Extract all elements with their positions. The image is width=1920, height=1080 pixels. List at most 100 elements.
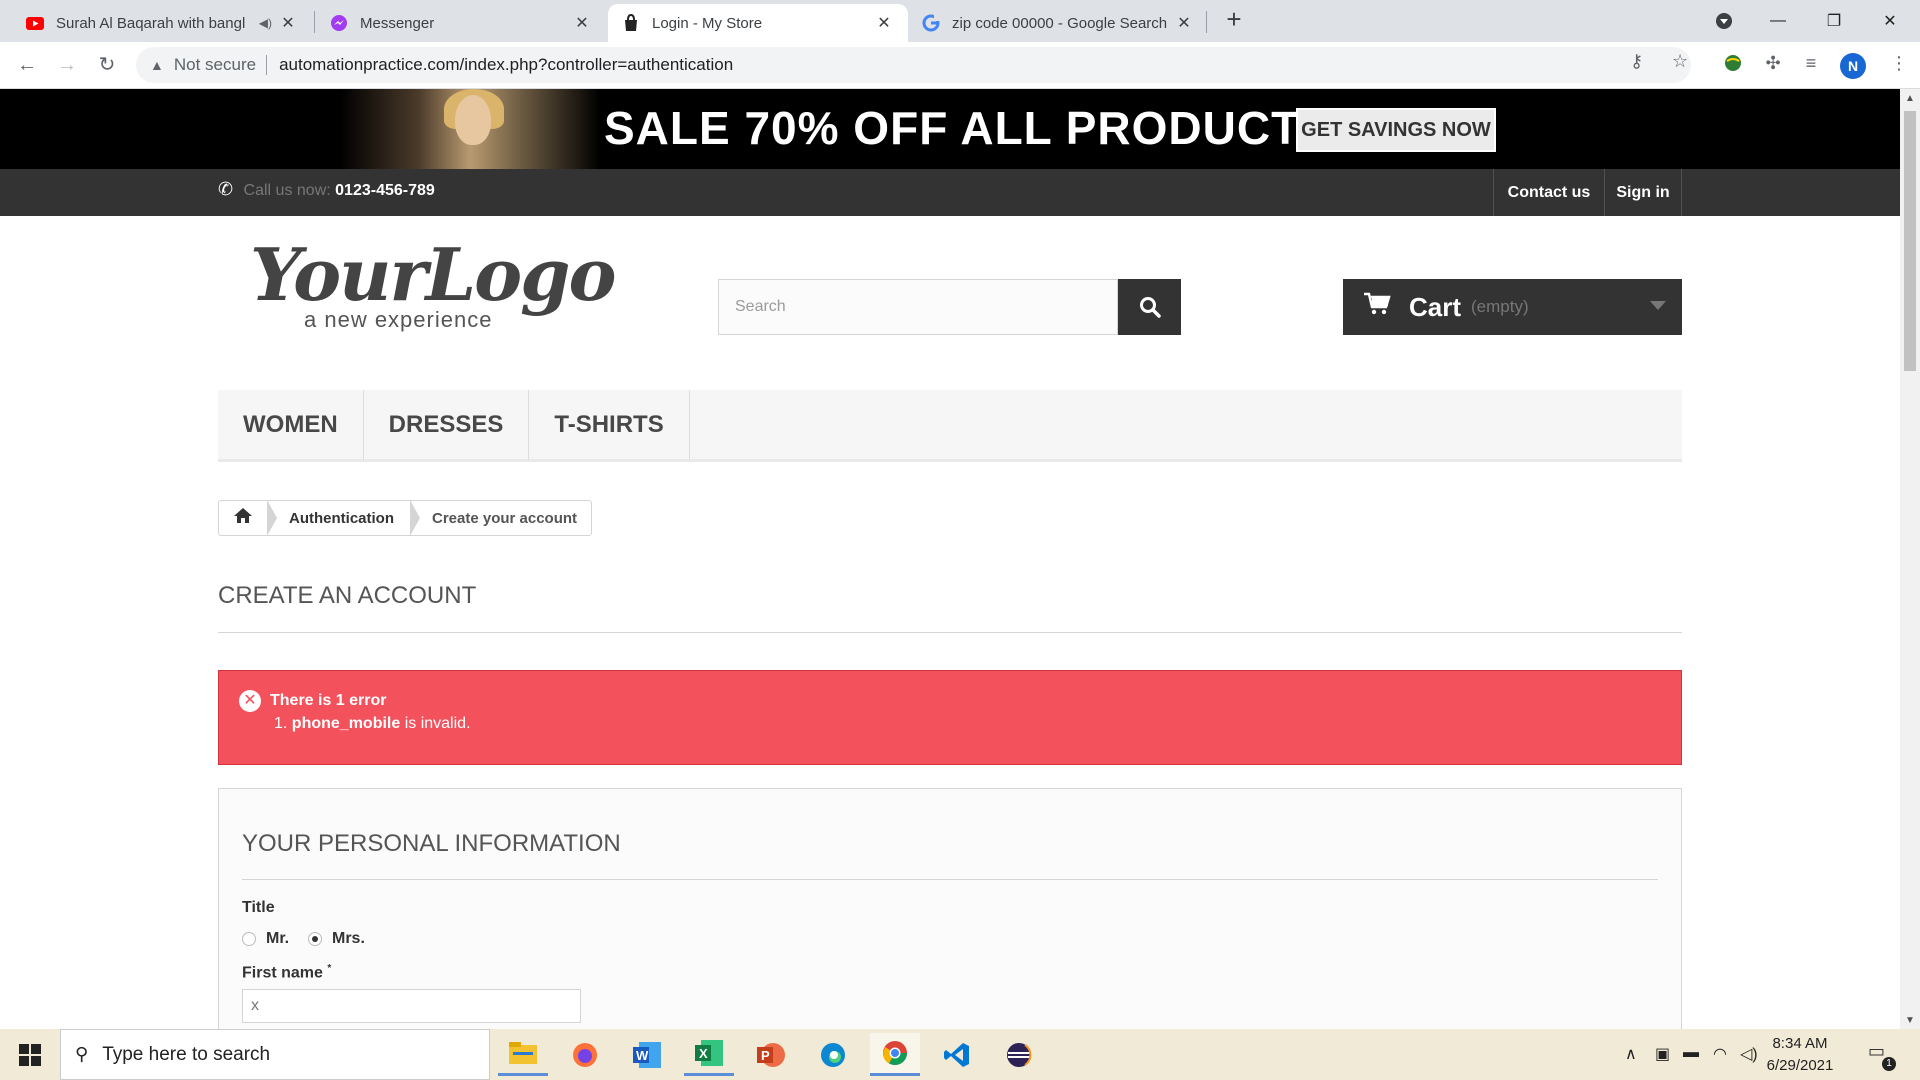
firefox-icon[interactable] xyxy=(560,1033,610,1076)
taskbar-search-box[interactable]: ⚲ Type here to search xyxy=(60,1029,490,1080)
media-control-icon[interactable]: ≡ xyxy=(1798,53,1824,79)
store-logo[interactable]: YourLogo a new experience xyxy=(250,232,616,339)
main-category-menu: WOMEN DRESSES T-SHIRTS xyxy=(218,390,1682,462)
first-name-label-text: First name xyxy=(242,964,323,982)
scroll-up-arrow-icon[interactable]: ▲ xyxy=(1900,93,1920,104)
word-icon[interactable]: W xyxy=(622,1033,672,1076)
section-divider xyxy=(242,879,1658,880)
alert-title: There is 1 error xyxy=(270,692,387,709)
alert-field-name: phone_mobile xyxy=(291,715,401,732)
notification-count: 1 xyxy=(1882,1057,1896,1071)
page-title: CREATE AN ACCOUNT xyxy=(218,582,477,609)
cart-status: (empty) xyxy=(1471,297,1529,316)
tab-separator xyxy=(314,11,315,33)
url-text[interactable]: automationpractice.com/index.php?control… xyxy=(279,55,733,75)
bookmark-star-icon[interactable]: ☆ xyxy=(1672,51,1688,72)
scroll-down-arrow-icon[interactable]: ▼ xyxy=(1900,1015,1920,1026)
tab-search-icon[interactable] xyxy=(1696,0,1752,42)
svg-text:X: X xyxy=(699,1046,708,1061)
vscode-icon[interactable] xyxy=(932,1033,982,1076)
close-tab-icon[interactable]: ✕ xyxy=(1174,13,1194,33)
close-tab-icon[interactable]: ✕ xyxy=(572,13,592,33)
alert-error-item: 1. phone_mobile is invalid. xyxy=(274,715,471,733)
tab-messenger[interactable]: Messenger ✕ xyxy=(316,4,606,42)
title-radio-mr[interactable]: Mr. xyxy=(242,930,289,948)
edge-icon[interactable] xyxy=(808,1033,858,1076)
shop-phone: ✆ Call us now: 0123-456-789 xyxy=(218,179,435,200)
close-window-icon[interactable]: ✕ xyxy=(1862,0,1918,42)
breadcrumb-separator xyxy=(410,500,420,536)
phone-icon: ✆ xyxy=(218,179,234,199)
windows-start-icon[interactable] xyxy=(0,1029,60,1080)
reload-icon[interactable]: ↻ xyxy=(92,50,122,80)
audio-playing-icon[interactable]: ◀) xyxy=(259,16,272,30)
system-clock[interactable]: 8:34 AM 6/29/2021 xyxy=(1760,1033,1840,1077)
excel-icon[interactable]: X xyxy=(684,1033,734,1076)
scrollbar-thumb[interactable] xyxy=(1904,111,1916,371)
close-tab-icon[interactable]: ✕ xyxy=(874,13,894,33)
new-tab-button[interactable]: + xyxy=(1220,6,1248,34)
tab-title: zip code 00000 - Google Search xyxy=(952,14,1168,32)
tab-title: Login - My Store xyxy=(652,14,763,32)
shopping-cart-button[interactable]: Cart (empty) xyxy=(1343,279,1682,335)
title-radio-mrs[interactable]: Mrs. xyxy=(308,930,365,948)
search-icon: ⚲ xyxy=(75,1044,89,1064)
search-button[interactable] xyxy=(1118,279,1181,335)
breadcrumb-authentication[interactable]: Authentication xyxy=(289,510,394,527)
chrome-icon[interactable] xyxy=(870,1033,920,1076)
banner-model-image xyxy=(340,89,600,169)
cart-label: Cart xyxy=(1409,291,1462,322)
extensions-puzzle-icon[interactable]: ✣ xyxy=(1760,53,1786,79)
title-label: Title xyxy=(242,899,275,916)
tray-device-icon[interactable]: ▣ xyxy=(1655,1044,1670,1064)
contact-us-link[interactable]: Contact us xyxy=(1493,169,1604,216)
forward-icon[interactable]: → xyxy=(52,50,82,80)
error-alert: ✕ There is 1 error 1. phone_mobile is in… xyxy=(218,670,1682,765)
get-savings-button[interactable]: GET SAVINGS NOW xyxy=(1296,108,1496,152)
phone-number: 0123-456-789 xyxy=(335,182,435,199)
radio-button-mr[interactable] xyxy=(242,932,256,946)
restore-icon[interactable]: ❐ xyxy=(1806,0,1862,42)
radio-label-mr[interactable]: Mr. xyxy=(266,930,289,948)
radio-label-mrs[interactable]: Mrs. xyxy=(332,930,365,948)
back-icon[interactable]: ← xyxy=(12,50,42,80)
profile-avatar[interactable]: N xyxy=(1840,53,1866,79)
extension-globe-icon[interactable] xyxy=(1720,53,1746,79)
address-bar[interactable]: ▲ Not secure automationpractice.com/inde… xyxy=(136,47,1691,83)
page-scrollbar[interactable]: ▲ ▼ xyxy=(1900,89,1920,1029)
header-nav-bar: ✆ Call us now: 0123-456-789 Contact us S… xyxy=(0,169,1900,216)
sale-banner[interactable]: SALE 70% OFF ALL PRODUCTS GET SAVINGS NO… xyxy=(0,89,1900,169)
menu-dots-icon[interactable]: ⋮ xyxy=(1886,53,1912,79)
tab-separator xyxy=(1206,11,1207,33)
tab-login-my-store[interactable]: Login - My Store ✕ xyxy=(608,4,908,42)
powerpoint-icon[interactable]: P xyxy=(746,1033,796,1076)
tab-youtube[interactable]: Surah Al Baqarah with bangl ◀) ✕ xyxy=(12,4,312,42)
battery-icon[interactable]: ▬ xyxy=(1683,1044,1699,1062)
close-tab-icon[interactable]: ✕ xyxy=(278,13,298,33)
caret-down-icon xyxy=(1650,301,1666,310)
radio-button-mrs[interactable] xyxy=(308,932,322,946)
minimize-icon[interactable]: — xyxy=(1750,0,1806,42)
logo-main-text: YourLogo xyxy=(250,232,616,317)
home-icon[interactable] xyxy=(219,507,267,529)
taskbar-search-placeholder: Type here to search xyxy=(102,1043,271,1065)
wifi-icon[interactable]: ◠ xyxy=(1713,1044,1727,1064)
tray-chevron-up-icon[interactable]: ∧ xyxy=(1625,1044,1637,1064)
menu-item-dresses[interactable]: DRESSES xyxy=(364,390,530,460)
browser-tab-strip: Surah Al Baqarah with bangl ◀) ✕ Messeng… xyxy=(0,0,1920,42)
store-icon xyxy=(622,14,640,32)
warning-icon[interactable]: ▲ xyxy=(150,57,164,73)
security-label[interactable]: Not secure xyxy=(174,55,256,75)
volume-icon[interactable]: ◁) xyxy=(1740,1044,1758,1064)
search-input[interactable] xyxy=(719,280,1099,334)
menu-item-women[interactable]: WOMEN xyxy=(218,390,364,460)
menu-item-t-shirts[interactable]: T-SHIRTS xyxy=(529,390,690,460)
tab-google-search[interactable]: zip code 00000 - Google Search ✕ xyxy=(908,4,1208,42)
eclipse-icon[interactable] xyxy=(994,1033,1044,1076)
key-icon[interactable]: ⚷ xyxy=(1630,51,1643,72)
file-explorer-icon[interactable] xyxy=(498,1033,548,1076)
first-name-input[interactable]: x xyxy=(242,989,581,1023)
search-box xyxy=(718,279,1118,335)
sign-in-link[interactable]: Sign in xyxy=(1604,169,1682,216)
notification-center-icon[interactable]: ▭ 1 xyxy=(1868,1041,1896,1071)
